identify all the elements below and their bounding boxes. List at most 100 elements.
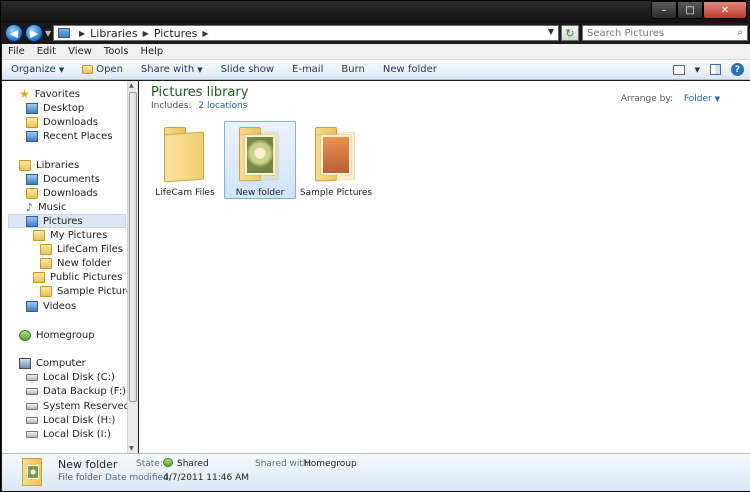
nav-label: Music xyxy=(38,201,67,213)
refresh-button[interactable]: ↻ xyxy=(561,25,579,41)
nav-label: Documents xyxy=(43,173,101,185)
forward-arrow-icon: ▶ xyxy=(29,26,39,40)
preview-pane-icon[interactable] xyxy=(710,64,721,75)
nav-lib-downloads[interactable]: Downloads xyxy=(26,186,98,200)
state-value: Shared xyxy=(177,459,209,469)
nav-label: Favorites xyxy=(34,88,80,100)
folder-icon xyxy=(160,127,210,183)
folder-tile[interactable]: LifeCam Files xyxy=(149,121,221,199)
nav-sample-pictures[interactable]: Sample Pictures xyxy=(40,284,137,298)
navigation-pane: ★ Favorites Desktop Downloads Recent Plac… xyxy=(2,81,152,453)
burn-button[interactable]: Burn xyxy=(332,64,373,75)
change-view-icon[interactable] xyxy=(672,64,685,75)
nav-label: Local Disk (I:) xyxy=(43,428,111,440)
arrange-by: Arrange by: Folder ▼ xyxy=(621,94,720,104)
downloads-folder-icon xyxy=(26,187,38,199)
locations-link[interactable]: 2 locations xyxy=(198,101,247,111)
back-button[interactable]: ◀ xyxy=(5,24,23,42)
modified-label: Date modified: xyxy=(105,473,172,483)
arrange-dropdown[interactable]: Folder xyxy=(684,94,712,104)
shared-icon xyxy=(163,458,173,467)
library-title: Pictures library xyxy=(151,85,249,100)
nav-label: Downloads xyxy=(43,187,98,199)
menu-view[interactable]: View xyxy=(62,46,98,57)
open-button[interactable]: Open xyxy=(73,64,132,75)
minimize-button[interactable]: – xyxy=(651,1,677,19)
new-folder-button[interactable]: New folder xyxy=(374,64,446,75)
nav-lifecam-files[interactable]: LifeCam Files xyxy=(40,242,123,256)
scroll-thumb[interactable] xyxy=(129,92,137,402)
nav-recent-places[interactable]: Recent Places xyxy=(26,129,113,143)
forward-button[interactable]: ▶ xyxy=(25,24,43,42)
nav-music[interactable]: ♪ Music xyxy=(26,200,66,214)
organize-button[interactable]: Organize ▼ xyxy=(2,64,73,75)
nav-computer[interactable]: Computer xyxy=(19,356,86,370)
slide-show-button[interactable]: Slide show xyxy=(212,64,283,75)
nav-label: Data Backup (F:) xyxy=(43,385,127,397)
breadcrumb-libraries[interactable]: Libraries xyxy=(90,27,138,40)
details-type: File folder xyxy=(58,473,103,483)
drive-icon xyxy=(26,402,38,410)
folder-icon xyxy=(33,229,45,241)
nav-new-folder[interactable]: New folder xyxy=(40,256,111,270)
videos-icon xyxy=(26,300,38,312)
libraries-icon xyxy=(19,159,31,171)
menu-file[interactable]: File xyxy=(2,46,31,57)
share-with-label: Share with xyxy=(140,64,195,75)
nav-label: Local Disk (C:) xyxy=(43,371,115,383)
downloads-folder-icon xyxy=(26,116,38,128)
folder-icon xyxy=(40,257,52,269)
folder-label: Sample Pictures xyxy=(299,188,373,198)
nav-libraries[interactable]: Libraries xyxy=(19,158,79,172)
menu-help[interactable]: Help xyxy=(134,46,169,57)
address-bar[interactable]: ▶ Libraries ▶ Pictures ▶ ▼ xyxy=(53,25,559,41)
library-icon xyxy=(58,28,70,38)
nav-label: Videos xyxy=(43,300,77,312)
folder-icon xyxy=(311,127,361,183)
share-with-button[interactable]: Share with ▼ xyxy=(132,64,212,75)
nav-label: Sample Pictures xyxy=(57,285,138,297)
nav-disk-c[interactable]: Local Disk (C:) xyxy=(26,370,115,384)
nav-homegroup[interactable]: Homegroup xyxy=(19,328,95,342)
recent-pages-dropdown-icon[interactable]: ▼ xyxy=(45,29,51,38)
address-dropdown-icon[interactable]: ▼ xyxy=(548,27,554,36)
breadcrumb-chevron-icon[interactable]: ▶ xyxy=(143,29,149,38)
nav-label: Libraries xyxy=(36,159,80,171)
desktop-icon xyxy=(26,102,38,114)
nav-videos[interactable]: Videos xyxy=(26,299,76,313)
nav-disk-i[interactable]: Local Disk (I:) xyxy=(26,427,111,441)
menu-edit[interactable]: Edit xyxy=(31,46,62,57)
chevron-down-icon[interactable]: ▼ xyxy=(715,95,720,103)
nav-desktop[interactable]: Desktop xyxy=(26,101,84,115)
folder-tile[interactable]: Sample Pictures xyxy=(297,121,375,199)
computer-icon xyxy=(19,357,31,369)
music-icon: ♪ xyxy=(26,200,34,214)
search-input[interactable] xyxy=(583,26,723,41)
nav-disk-f[interactable]: Data Backup (F:) xyxy=(26,384,126,398)
nav-label: LifeCam Files xyxy=(57,243,123,255)
pictures-icon xyxy=(26,215,38,227)
breadcrumb-chevron-icon[interactable]: ▶ xyxy=(202,29,208,38)
scroll-down-icon[interactable]: ▼ xyxy=(129,445,134,452)
nav-scrollbar[interactable]: ▲ ▼ xyxy=(127,81,138,453)
view-dropdown-icon[interactable]: ▼ xyxy=(695,66,700,74)
nav-disk-h[interactable]: Local Disk (H:) xyxy=(26,413,115,427)
nav-pictures[interactable]: Pictures xyxy=(8,214,126,228)
scroll-up-icon[interactable]: ▲ xyxy=(129,82,134,89)
nav-downloads[interactable]: Downloads xyxy=(26,115,98,129)
folder-tile[interactable]: New folder xyxy=(224,121,296,199)
nav-public-pictures[interactable]: Public Pictures xyxy=(33,270,122,284)
search-icon[interactable]: ⌕ xyxy=(737,27,743,38)
maximize-button[interactable]: □ xyxy=(677,1,703,19)
menu-tools[interactable]: Tools xyxy=(98,46,135,57)
breadcrumb-pictures[interactable]: Pictures xyxy=(154,27,198,40)
close-button[interactable]: ✕ xyxy=(703,1,747,19)
nav-documents[interactable]: Documents xyxy=(26,172,100,186)
email-button[interactable]: E-mail xyxy=(283,64,332,75)
help-icon[interactable]: ? xyxy=(731,63,744,76)
nav-favorites[interactable]: ★ Favorites xyxy=(19,87,80,101)
title-bar[interactable]: – □ ✕ xyxy=(1,1,750,23)
nav-my-pictures[interactable]: My Pictures xyxy=(33,228,107,242)
drive-icon xyxy=(26,430,38,438)
breadcrumb-chevron-icon[interactable]: ▶ xyxy=(79,29,85,38)
